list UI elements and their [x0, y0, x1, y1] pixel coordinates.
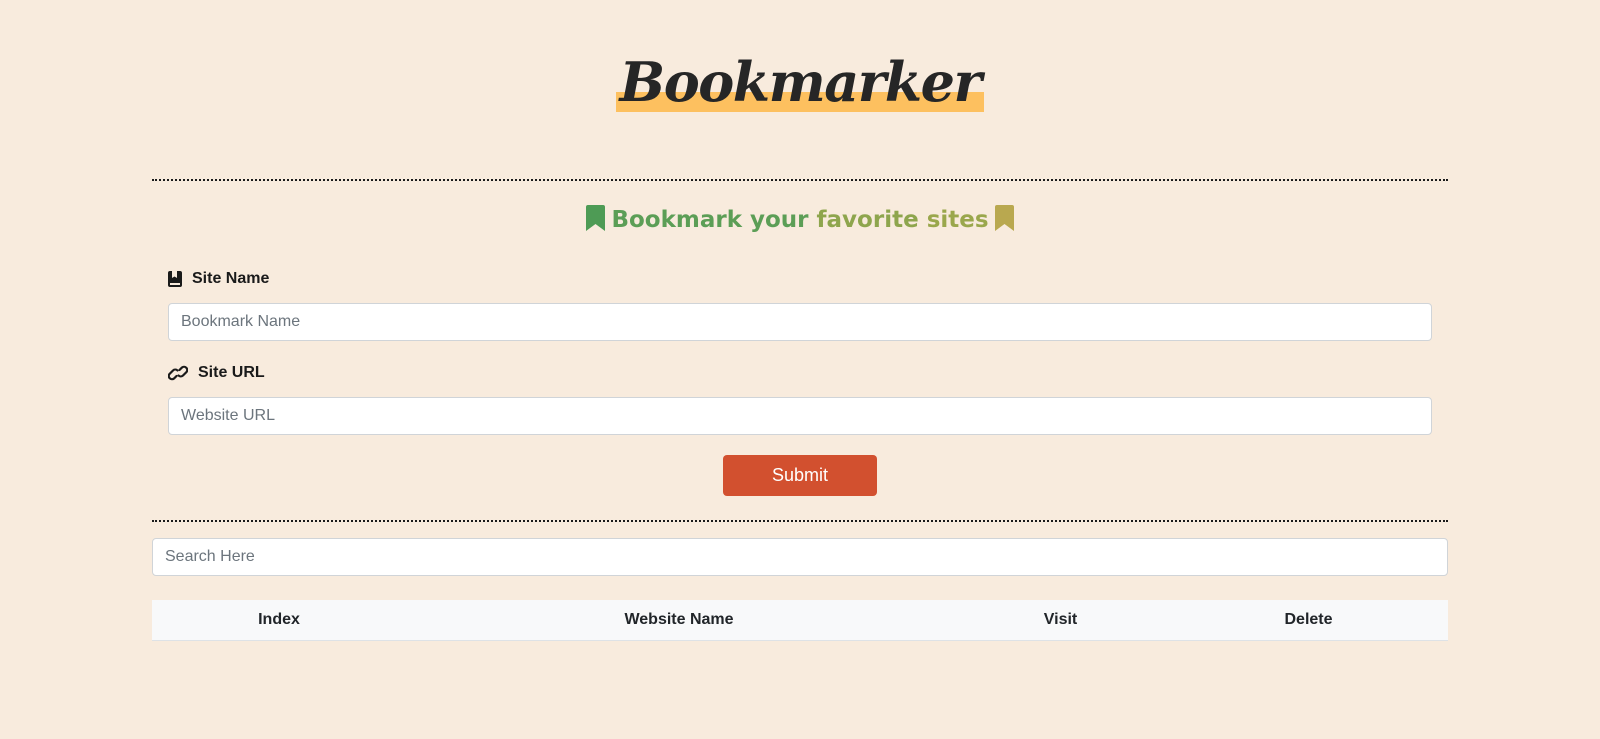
site-name-label: Site Name [168, 267, 1432, 291]
form-heading-part1: Bookmark your [611, 207, 809, 233]
column-header-index: Index [152, 600, 406, 641]
bookmark-icon [586, 205, 606, 231]
site-name-label-text: Site Name [192, 270, 270, 287]
column-header-delete: Delete [1169, 600, 1448, 641]
table-header: Index Website Name Visit Delete [152, 600, 1448, 641]
submit-button[interactable]: Submit [723, 455, 877, 496]
site-url-label: Site URL [168, 361, 1432, 385]
top-divider [152, 179, 1448, 181]
site-name-input[interactable] [168, 303, 1432, 341]
site-url-label-text: Site URL [198, 364, 265, 381]
column-header-visit: Visit [952, 600, 1169, 641]
table-header-row: Index Website Name Visit Delete [152, 600, 1448, 641]
app-title-text: Bookmarker [619, 50, 982, 114]
bookmarks-table: Index Website Name Visit Delete [152, 600, 1448, 641]
bottom-divider [152, 520, 1448, 522]
header: Bookmarker [152, 52, 1448, 112]
book-bookmark-icon [168, 271, 182, 287]
bookmark-icon [994, 205, 1014, 231]
form-heading-part3: sites [926, 207, 989, 233]
site-url-group: Site URL [168, 361, 1432, 435]
site-url-input[interactable] [168, 397, 1432, 435]
link-icon [168, 365, 188, 381]
form-heading: Bookmark your favorite sites [152, 202, 1448, 238]
form-heading-part2: favorite [816, 207, 919, 233]
search-input[interactable] [152, 538, 1448, 576]
app-title: Bookmarker [615, 50, 985, 114]
site-name-group: Site Name [168, 267, 1432, 341]
column-header-website-name: Website Name [406, 600, 952, 641]
